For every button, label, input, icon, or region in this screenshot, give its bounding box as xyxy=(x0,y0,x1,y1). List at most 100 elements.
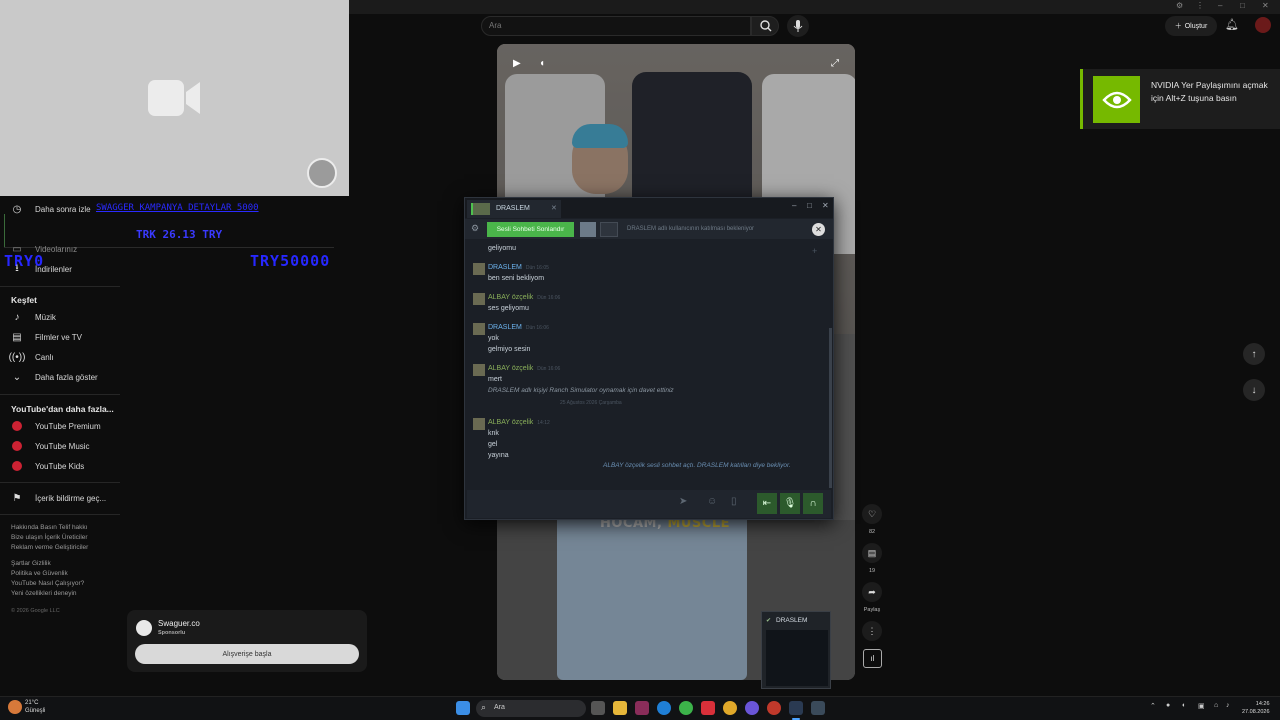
steam-taskbar-icon[interactable] xyxy=(789,701,803,715)
footer-links[interactable]: YouTube Nasıl Çalışıyor? xyxy=(11,579,84,589)
clock[interactable]: 14:26 27.08.2026 xyxy=(1242,700,1270,716)
app-icon[interactable] xyxy=(811,701,825,715)
create-button[interactable]: ＋ Oluştur xyxy=(1165,16,1217,36)
footer-links[interactable]: Bize ulaşın İçerik Üreticiler xyxy=(11,533,88,543)
menu-icon[interactable]: ⋮ xyxy=(1196,1,1204,10)
footer-links[interactable]: Reklam verme Geliştiriciler xyxy=(11,543,88,553)
tray-app-icon[interactable]: ▣ xyxy=(1198,702,1205,710)
sound-thumbnail[interactable]: ıl xyxy=(863,649,882,668)
sidebar-item-report[interactable]: ⚑ İçerik bildirme geç... xyxy=(10,489,107,507)
sidebar-item-show-more[interactable]: ⌄ Daha fazla göster xyxy=(10,368,98,386)
file-explorer-icon[interactable] xyxy=(613,701,627,715)
chat-thumbnail-preview[interactable]: ✔ DRASLEM xyxy=(761,611,831,689)
minimize-icon[interactable]: – xyxy=(792,201,796,210)
sidebar-item-your-videos[interactable]: ▭ Videolarınız xyxy=(10,240,77,258)
youtube-premium-icon xyxy=(12,421,22,431)
windows-start-icon[interactable] xyxy=(456,701,470,715)
next-video-button[interactable]: ↓ xyxy=(1243,379,1265,401)
search-input[interactable] xyxy=(481,16,751,36)
send-icon[interactable]: ➤ xyxy=(679,496,687,507)
weather-icon[interactable] xyxy=(8,700,22,714)
discord-icon[interactable] xyxy=(745,701,759,715)
message-text: mert xyxy=(488,376,502,383)
close-tab-icon[interactable]: ✕ xyxy=(551,204,557,212)
volume-icon[interactable]: ◖ xyxy=(539,58,545,69)
add-friend-icon[interactable]: + xyxy=(812,246,817,256)
sidebar-item-label: Müzik xyxy=(35,312,56,322)
footer-links[interactable]: Hakkında Basın Telif hakkı xyxy=(11,523,87,533)
chrome-profile-icon[interactable] xyxy=(723,701,737,715)
play-icon[interactable]: ▶ xyxy=(513,58,521,69)
donation-amount: TRK 26.13 TRY xyxy=(136,228,223,241)
footer-links[interactable]: Yeni özellikleri deneyin xyxy=(11,589,77,599)
maximize-icon[interactable]: □ xyxy=(1240,1,1245,10)
chrome-icon[interactable] xyxy=(679,701,693,715)
taskbar-search[interactable]: ⌕ Ara xyxy=(476,700,586,717)
sidebar-item-music[interactable]: ♪ Müzik xyxy=(10,308,56,326)
like-button[interactable]: ♡ xyxy=(862,504,882,524)
comments-button[interactable]: ▤ xyxy=(862,543,882,563)
sidebar-item-live[interactable]: ((•)) Canlı xyxy=(9,348,54,366)
tray-chevron-icon[interactable]: ⌃ xyxy=(1150,702,1156,710)
edge-icon[interactable] xyxy=(657,701,671,715)
chat-tab-draslem[interactable]: DRASLEM ✕ xyxy=(467,200,561,218)
friend-avatar xyxy=(471,203,490,215)
weather-widget[interactable]: 21°C Güneşli xyxy=(25,699,45,715)
message-list: geliyomu + DRASLEM Dün 16:05 ben seni bek… xyxy=(465,239,825,489)
sidebar-item-youtube-kids[interactable]: YouTube Kids xyxy=(10,457,84,475)
shop-now-button[interactable]: Alışverişe başla xyxy=(135,644,359,664)
microphone-button[interactable]: 🎙︎ xyxy=(780,493,800,514)
message-text: yok xyxy=(488,335,499,342)
message-input[interactable]: ➤ ☺ ▯ ⇤ 🎙︎ ∩ xyxy=(467,490,831,518)
previous-video-button[interactable]: ↑ xyxy=(1243,343,1265,365)
bell-icon[interactable]: 🔔︎ xyxy=(1225,18,1239,31)
share-label: Paylaş xyxy=(863,607,881,613)
footer-links[interactable]: Şartlar Gizlilik xyxy=(11,559,51,569)
sidebar-item-watch-later[interactable]: ◷ Daha sonra izle xyxy=(10,200,91,218)
share-button[interactable]: ➦ xyxy=(862,582,882,602)
fullscreen-icon[interactable]: ⤢ xyxy=(831,58,839,69)
close-voice-icon[interactable]: ✕ xyxy=(812,223,825,236)
voice-search-button[interactable] xyxy=(787,15,809,37)
message-author: DRASLEM Dün 16:05 xyxy=(488,264,549,271)
message-text: knk xyxy=(488,430,499,437)
tray-app-icon[interactable]: ● xyxy=(1166,702,1170,709)
sidebar-item-youtube-premium[interactable]: YouTube Premium xyxy=(10,417,101,435)
extensions-icon[interactable]: ⚙ xyxy=(1176,1,1183,10)
youtube-icon[interactable] xyxy=(701,701,715,715)
emoji-icon[interactable]: ☺ xyxy=(707,496,717,507)
task-view-icon[interactable] xyxy=(591,701,605,715)
weather-temp: 21°C xyxy=(25,700,39,706)
app-icon[interactable] xyxy=(635,701,649,715)
download-icon: ⭳ xyxy=(15,262,19,274)
more-options-button[interactable]: ⋮ xyxy=(862,621,882,641)
gear-icon[interactable]: ⚙ xyxy=(471,223,479,234)
camera-overlay xyxy=(0,0,349,196)
network-icon[interactable]: ⌂ xyxy=(1214,702,1218,709)
opera-icon[interactable] xyxy=(767,701,781,715)
sidebar-item-downloads[interactable]: ⭳ İndirilenler xyxy=(10,260,72,278)
tray-app-icon[interactable]: ◐ xyxy=(1182,702,1186,709)
voice-waiting-text: DRASLEM adlı kullanıcının katılması bekl… xyxy=(627,226,755,232)
search-button[interactable] xyxy=(751,16,779,36)
sponsored-ad-card[interactable]: Swaguer.co Sponsorlu Alışverişe başla xyxy=(127,610,367,672)
sidebar-item-films[interactable]: ▤ Filmler ve TV xyxy=(10,328,82,346)
copyright: © 2026 Google LLC xyxy=(11,608,60,614)
steam-chat-window[interactable]: DRASLEM ✕ – □ ✕ ⚙ Sesli Sohbeti Sonlandı… xyxy=(464,197,834,520)
close-icon[interactable]: ✕ xyxy=(822,201,829,210)
maximize-icon[interactable]: □ xyxy=(807,201,812,210)
chat-scrollbar[interactable] xyxy=(829,328,832,488)
waveform-icon: ıl xyxy=(870,654,875,663)
avatar[interactable] xyxy=(1255,17,1271,33)
flag-icon: ⚑ xyxy=(12,492,22,504)
end-voice-chat-button[interactable]: Sesli Sohbeti Sonlandır xyxy=(487,222,574,237)
attach-icon[interactable]: ▯ xyxy=(731,496,737,507)
footer-links[interactable]: Politika ve Güvenlik xyxy=(11,569,68,579)
close-icon[interactable]: ✕ xyxy=(1262,1,1269,10)
volume-icon[interactable]: ♪ xyxy=(1226,702,1230,709)
sidebar-item-youtube-music[interactable]: YouTube Music xyxy=(10,437,90,455)
headset-button[interactable]: ∩ xyxy=(803,493,823,514)
minimize-icon[interactable]: – xyxy=(1218,1,1222,10)
leave-voice-button[interactable]: ⇤ xyxy=(757,493,777,514)
clock-date: 27.08.2026 xyxy=(1242,709,1270,715)
